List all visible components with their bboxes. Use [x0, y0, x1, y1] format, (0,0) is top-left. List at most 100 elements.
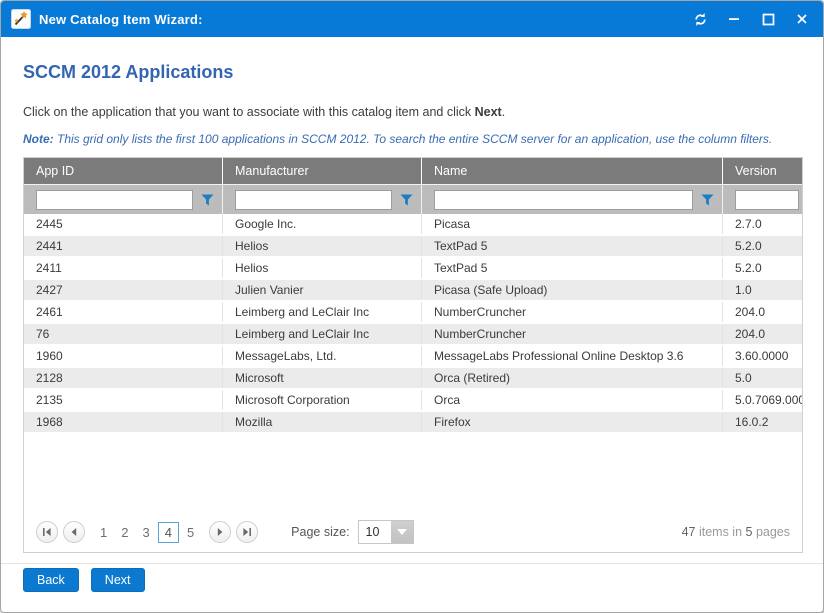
filter-input-version[interactable] [735, 190, 799, 210]
table-cell: Picasa (Safe Upload) [422, 280, 723, 300]
page-number-1[interactable]: 1 [94, 523, 113, 542]
table-cell: Firefox [422, 412, 723, 432]
table-row[interactable]: 2441HeliosTextPad 55.2.0 [24, 236, 802, 258]
instruction-text: Click on the application that you want t… [23, 105, 801, 119]
table-cell: Microsoft [223, 368, 422, 388]
page-size-label: Page size: [291, 525, 349, 539]
table-row[interactable]: 1960MessageLabs, Ltd.MessageLabs Profess… [24, 346, 802, 368]
instruction-suffix: . [502, 105, 505, 119]
wizard-content: SCCM 2012 Applications Click on the appl… [1, 62, 823, 553]
grid-body: 2445Google Inc.Picasa2.7.02441HeliosText… [24, 214, 802, 512]
table-row[interactable]: 2461Leimberg and LeClair IncNumberCrunch… [24, 302, 802, 324]
window-controls [689, 8, 813, 30]
last-page-button[interactable] [236, 521, 258, 543]
page-size-dropdown-button[interactable] [391, 521, 413, 543]
table-cell: 5.0.7069.0000 [723, 390, 802, 410]
table-cell: NumberCruncher [422, 324, 723, 344]
table-cell: Google Inc. [223, 214, 422, 234]
instruction-body: Click on the application that you want t… [23, 105, 475, 119]
table-cell: 204.0 [723, 302, 802, 322]
table-cell: 5.2.0 [723, 236, 802, 256]
wizard-window: New Catalog Item Wizard: SCCM 2012 [0, 0, 824, 613]
table-cell: 2.7.0 [723, 214, 802, 234]
table-cell: 1.0 [723, 280, 802, 300]
table-cell: Leimberg and LeClair Inc [223, 302, 422, 322]
table-row[interactable]: 2427Julien VanierPicasa (Safe Upload)1.0 [24, 280, 802, 302]
table-cell: 2445 [24, 214, 223, 234]
table-row[interactable]: 2411HeliosTextPad 55.2.0 [24, 258, 802, 280]
filter-funnel-icon[interactable] [400, 194, 413, 206]
table-cell: TextPad 5 [422, 236, 723, 256]
footer: Back Next [23, 568, 145, 592]
refresh-icon[interactable] [689, 8, 711, 30]
filter-funnel-icon[interactable] [701, 194, 714, 206]
next-button[interactable]: Next [91, 568, 145, 592]
table-row[interactable]: 76Leimberg and LeClair IncNumberCruncher… [24, 324, 802, 346]
page-number-4[interactable]: 4 [158, 522, 179, 543]
table-row[interactable]: 2128MicrosoftOrca (Retired)5.0 [24, 368, 802, 390]
pager: 12345 Page size: 10 47 items in 5 pages [24, 512, 802, 552]
page-number-3[interactable]: 3 [136, 523, 155, 542]
back-button[interactable]: Back [23, 568, 79, 592]
table-cell: Picasa [422, 214, 723, 234]
filter-input-name[interactable] [434, 190, 693, 210]
previous-page-button[interactable] [63, 521, 85, 543]
page-number-2[interactable]: 2 [115, 523, 134, 542]
first-page-button[interactable] [36, 521, 58, 543]
column-header-version[interactable]: Version [723, 158, 802, 184]
table-cell: 5.2.0 [723, 258, 802, 278]
items-text: items in [696, 525, 746, 539]
items-count: 47 [682, 525, 696, 539]
instruction-emphasis: Next [475, 105, 502, 119]
table-cell: Helios [223, 258, 422, 278]
table-cell: 16.0.2 [723, 412, 802, 432]
table-cell: 76 [24, 324, 223, 344]
filter-cell-app-id [24, 185, 223, 214]
next-page-button[interactable] [209, 521, 231, 543]
minimize-icon[interactable] [723, 8, 745, 30]
note-label: Note: [23, 132, 54, 146]
table-row[interactable]: 2445Google Inc.Picasa2.7.0 [24, 214, 802, 236]
table-cell: MessageLabs Professional Online Desktop … [422, 346, 723, 366]
table-cell: TextPad 5 [422, 258, 723, 278]
page-number-5[interactable]: 5 [181, 523, 200, 542]
filter-input-app-id[interactable] [36, 190, 193, 210]
grid-header-row: App IDManufacturerNameVersion [24, 158, 802, 184]
filter-cell-manufacturer [223, 185, 422, 214]
applications-grid: App IDManufacturerNameVersion 2445Google… [23, 157, 803, 553]
maximize-icon[interactable] [757, 8, 779, 30]
pages-text: pages [752, 525, 790, 539]
pager-status: 47 items in 5 pages [682, 525, 790, 539]
close-icon[interactable] [791, 8, 813, 30]
table-cell: 1968 [24, 412, 223, 432]
table-cell: 2411 [24, 258, 223, 278]
table-cell: Orca [422, 390, 723, 410]
filter-funnel-icon[interactable] [201, 194, 214, 206]
column-header-name[interactable]: Name [422, 158, 723, 184]
table-cell: NumberCruncher [422, 302, 723, 322]
table-cell: 204.0 [723, 324, 802, 344]
table-cell: 2461 [24, 302, 223, 322]
column-header-manufacturer[interactable]: Manufacturer [223, 158, 422, 184]
table-cell: Microsoft Corporation [223, 390, 422, 410]
page-size-value: 10 [359, 521, 391, 543]
grid-filter-row [24, 184, 802, 214]
table-row[interactable]: 2135Microsoft CorporationOrca5.0.7069.00… [24, 390, 802, 412]
table-cell: 1960 [24, 346, 223, 366]
note-text: Note: This grid only lists the first 100… [23, 132, 801, 146]
table-cell: 5.0 [723, 368, 802, 388]
table-cell: 2441 [24, 236, 223, 256]
table-cell: 2135 [24, 390, 223, 410]
table-cell: Julien Vanier [223, 280, 422, 300]
wizard-app-icon [11, 9, 31, 29]
titlebar: New Catalog Item Wizard: [1, 1, 823, 37]
page-size-group: Page size: 10 [291, 520, 413, 544]
table-cell: 3.60.0000 [723, 346, 802, 366]
table-cell: 2427 [24, 280, 223, 300]
table-row[interactable]: 1968MozillaFirefox16.0.2 [24, 412, 802, 434]
page-size-dropdown[interactable]: 10 [358, 520, 414, 544]
table-cell: Orca (Retired) [422, 368, 723, 388]
note-body: This grid only lists the first 100 appli… [54, 132, 773, 146]
filter-input-manufacturer[interactable] [235, 190, 392, 210]
column-header-app-id[interactable]: App ID [24, 158, 223, 184]
